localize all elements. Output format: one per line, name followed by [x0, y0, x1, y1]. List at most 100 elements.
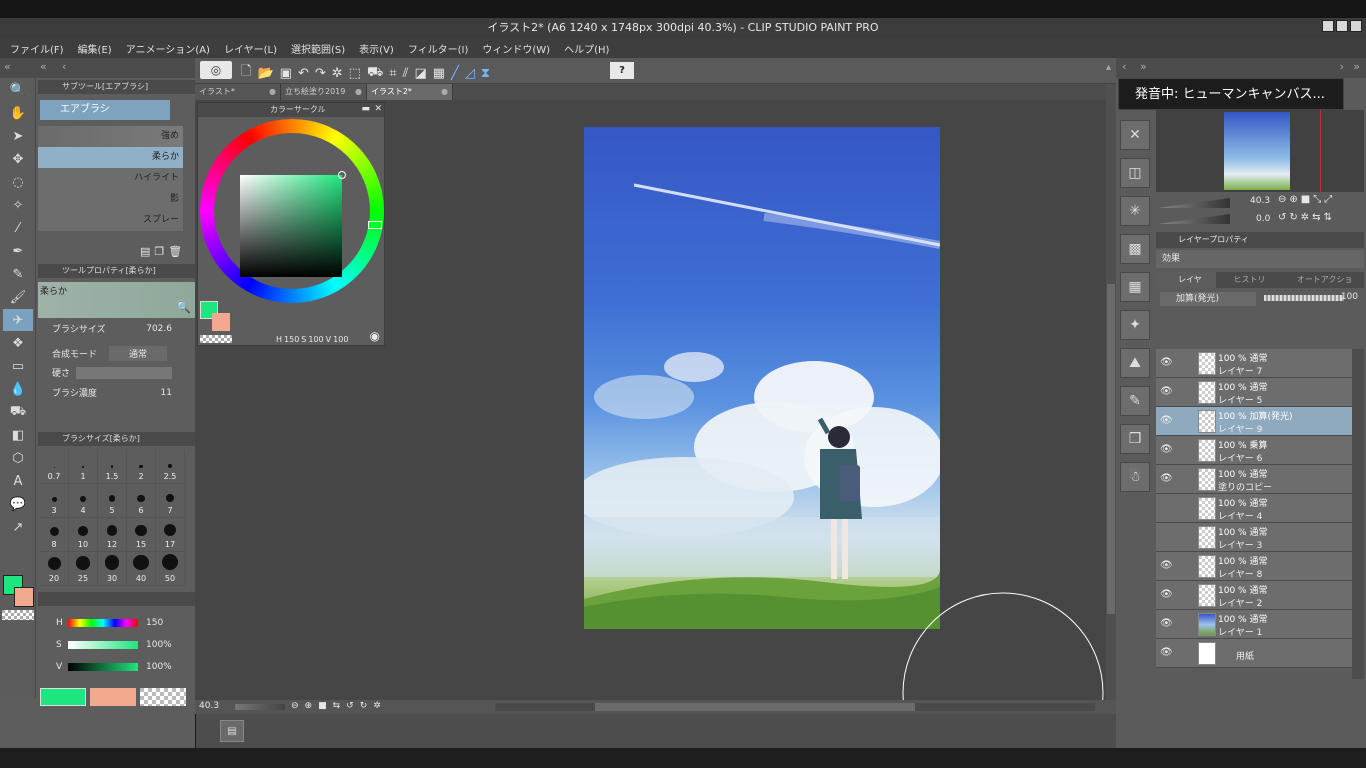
layer-row[interactable]: 👁 100 % 通常 レイヤー 1 — [1156, 610, 1352, 639]
line-correct-tool-icon[interactable]: ↗ — [3, 516, 33, 538]
back-icon[interactable]: ‹ — [1122, 60, 1126, 73]
eye-icon[interactable]: 👁 — [1160, 473, 1173, 484]
brush-tool-icon[interactable]: 🖌 — [3, 286, 33, 308]
layer-opacity-value[interactable]: 100 — [1341, 292, 1358, 302]
fit-screen-icon[interactable]: ■ — [1301, 194, 1310, 205]
minimize-button[interactable] — [1322, 20, 1334, 32]
maximize-button[interactable] — [1336, 20, 1348, 32]
menu-layer[interactable]: レイヤー(L) — [224, 41, 277, 56]
layer-name[interactable]: レイヤー 6 — [1218, 451, 1262, 464]
rotate-right-icon[interactable]: ↻ — [1289, 212, 1297, 223]
auto-select-tool-icon[interactable]: ✧ — [3, 194, 33, 216]
brush-size-preset[interactable]: 17 — [156, 518, 185, 552]
transform-icon[interactable]: ⌗ — [389, 66, 396, 81]
canvas-horizontal-scrollbar[interactable] — [495, 703, 1095, 711]
material-figure-icon[interactable]: ☃ — [1120, 462, 1150, 492]
fill-tool-icon[interactable]: ⛟ — [3, 401, 33, 423]
sv-square[interactable] — [240, 175, 342, 277]
grid-icon[interactable]: ▦ — [433, 66, 445, 81]
zoom-out-icon[interactable]: ⊖ — [291, 701, 299, 711]
color-mode-icon[interactable]: ◉ — [370, 329, 380, 343]
menu-help[interactable]: ヘルプ(H) — [564, 41, 609, 56]
toolbar-scroll[interactable]: ▴ — [1106, 62, 1114, 80]
eraser-tool-icon[interactable]: ▭ — [3, 355, 33, 377]
airbrush-tool-icon[interactable]: ✈ — [3, 309, 33, 331]
blend-mode-select[interactable]: 通常 — [109, 346, 168, 361]
hue-value[interactable]: 150 — [146, 618, 163, 628]
eyedropper-tool-icon[interactable]: ⁄ — [3, 217, 33, 239]
main-color-chip[interactable] — [40, 688, 86, 706]
subtool-item[interactable]: 強め — [38, 126, 183, 147]
eye-icon[interactable]: 👁 — [1160, 386, 1173, 397]
balloon-tool-icon[interactable]: 💬 — [3, 493, 33, 515]
brush-size-preset[interactable]: 40 — [127, 552, 156, 586]
snap-special-icon[interactable]: ◿ — [465, 66, 475, 81]
new-file-icon[interactable]: 🗋 — [241, 62, 251, 84]
layer-row[interactable]: 👁 100 % 通常 レイヤー 7 — [1156, 349, 1352, 378]
layer-row[interactable]: 👁 用紙 — [1156, 639, 1352, 668]
eye-icon[interactable]: 👁 — [1160, 589, 1173, 600]
material-pen-icon[interactable]: ✎ — [1120, 386, 1150, 416]
pencil-tool-icon[interactable]: ✎ — [3, 263, 33, 285]
navigator-thumbnail[interactable] — [1224, 112, 1290, 190]
open-file-icon[interactable]: 📂 — [257, 66, 273, 81]
rotate-left-icon[interactable]: ↺ — [346, 701, 354, 711]
flip-icon[interactable]: ⇆ — [333, 701, 341, 711]
search-icon[interactable]: 🔍 — [176, 300, 191, 314]
brush-size-preset[interactable]: 7 — [156, 484, 185, 518]
layer-name[interactable]: レイヤー 3 — [1218, 538, 1262, 551]
brush-size-preset[interactable]: 1 — [69, 450, 98, 484]
brush-size-preset[interactable]: 2 — [127, 450, 156, 484]
sv-picker-handle[interactable] — [338, 171, 346, 179]
layer-row[interactable]: 100 % 通常 レイヤー 4 — [1156, 494, 1352, 523]
close-button[interactable] — [1350, 20, 1362, 32]
material-pattern-icon[interactable]: ▩ — [1120, 234, 1150, 264]
rotate-slider[interactable] — [1158, 214, 1230, 224]
hand-tool-icon[interactable]: ✋ — [3, 102, 33, 124]
navigator-angle-value[interactable]: 0.0 — [1256, 214, 1270, 224]
reset-rotation-icon[interactable]: ✲ — [373, 701, 381, 711]
layer-name[interactable]: レイヤー 9 — [1218, 422, 1262, 435]
forward-icon[interactable]: › — [1340, 60, 1344, 73]
layer-row[interactable]: 👁 100 % 乗算 レイヤー 6 — [1156, 436, 1352, 465]
brush-size-preset[interactable]: 12 — [98, 518, 127, 552]
brush-size-preset[interactable]: 6 — [127, 484, 156, 518]
layer-scrollbar[interactable] — [1352, 349, 1364, 679]
move-layer-tool-icon[interactable]: ✥ — [3, 148, 33, 170]
menu-selection[interactable]: 選択範囲(S) — [291, 41, 345, 56]
brush-size-value[interactable]: 702.6 — [146, 324, 172, 334]
sub-color-chip[interactable] — [90, 688, 136, 706]
subtool-item[interactable]: ハイライト — [38, 168, 183, 189]
layer-row[interactable]: 👁 100 % 加算(発光) レイヤー 9 — [1156, 407, 1352, 436]
clip-studio-icon[interactable]: ◎ — [200, 61, 232, 79]
material-manga-icon[interactable]: ▦ — [1120, 272, 1150, 302]
eye-icon[interactable]: 👁 — [1160, 357, 1173, 368]
flip-vertical-icon[interactable]: ⇅ — [1324, 212, 1332, 223]
value-slider[interactable] — [68, 663, 138, 671]
tab-standing-paint[interactable]: 立ち絵塗り2019 ● — [281, 84, 367, 100]
save-icon[interactable]: ▣ — [280, 66, 292, 81]
brush-size-preset[interactable]: 3 — [40, 484, 69, 518]
close-panel-icon[interactable]: ✕ — [374, 104, 382, 114]
subtool-item[interactable]: 影 — [38, 189, 183, 210]
zoom-value[interactable]: 40.3 — [199, 701, 219, 711]
zoom-slider[interactable] — [1158, 198, 1230, 208]
brush-size-preset[interactable]: 25 — [69, 552, 98, 586]
density-value[interactable]: 11 — [161, 388, 172, 398]
redo-icon[interactable]: ↷ — [315, 66, 326, 81]
collapse-mid-icon[interactable]: « — [40, 60, 47, 73]
menu-animation[interactable]: アニメーション(A) — [126, 41, 210, 56]
snap-grid-icon[interactable]: ⧗ — [481, 66, 490, 81]
menu-file[interactable]: ファイル(F) — [10, 41, 64, 56]
layer-row[interactable]: 👁 100 % 通常 レイヤー 8 — [1156, 552, 1352, 581]
flip-horizontal-icon[interactable]: ⇆ — [1312, 212, 1320, 223]
horizontal-scroll-thumb[interactable] — [595, 703, 915, 711]
subtool-copy-icon[interactable]: ❐ — [154, 245, 164, 258]
hue-slider[interactable] — [68, 619, 138, 627]
navigator-zoom-value[interactable]: 40.3 — [1250, 196, 1270, 206]
undo-icon[interactable]: ↶ — [298, 66, 309, 81]
rotate-right-icon[interactable]: ↻ — [360, 701, 368, 711]
snap-icon[interactable]: ◪ — [414, 66, 426, 81]
material-icon[interactable]: ✕ — [1120, 120, 1150, 150]
tab-layer[interactable]: レイヤー — [1156, 272, 1216, 300]
